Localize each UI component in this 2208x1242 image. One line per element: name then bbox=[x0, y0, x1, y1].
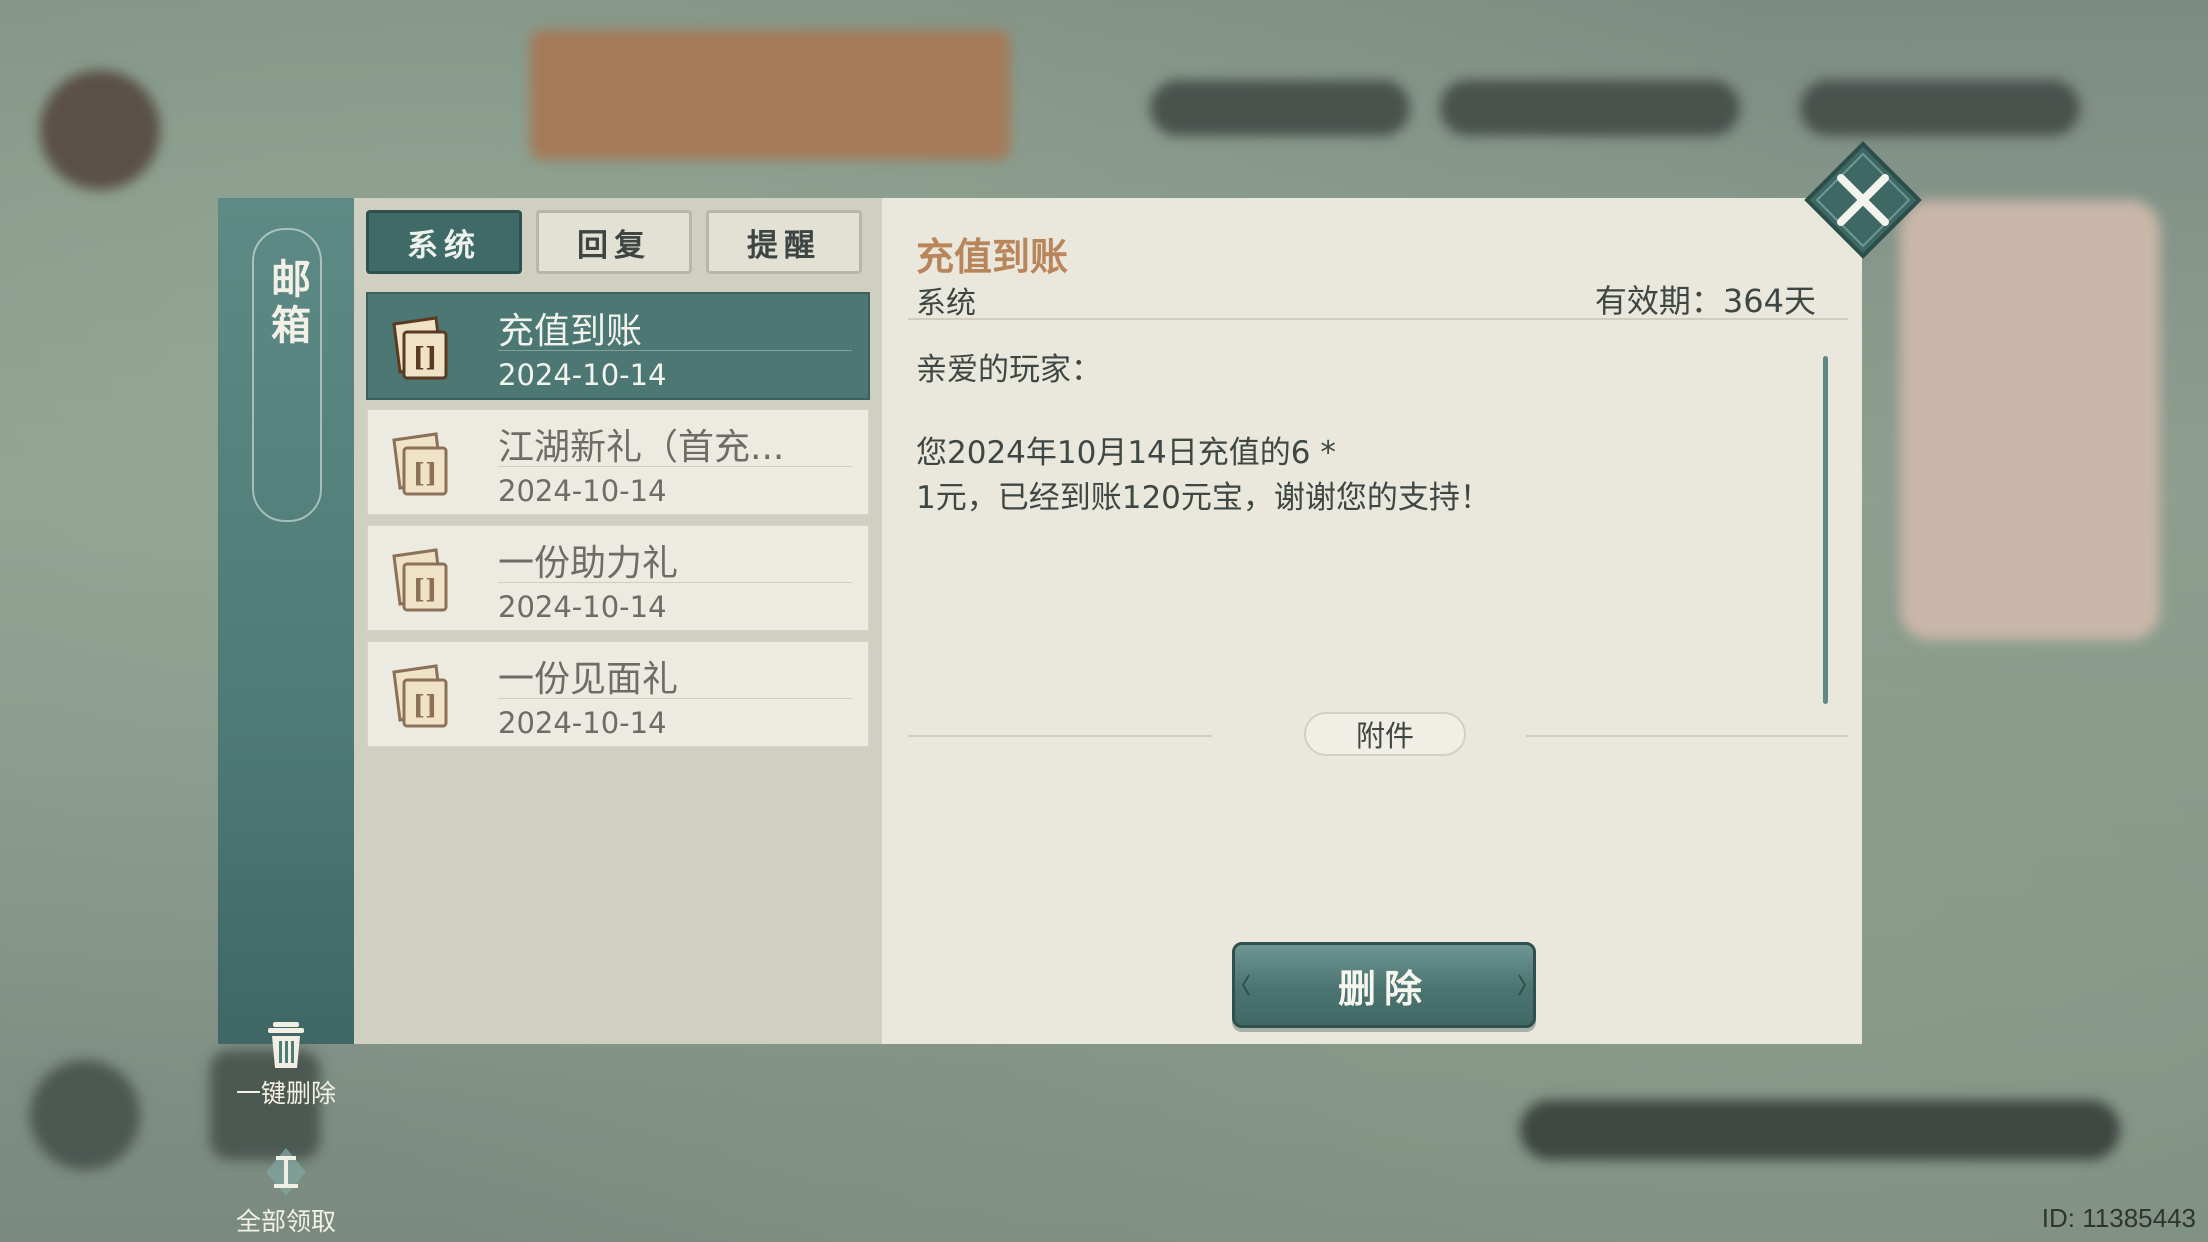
mail-list-panel: 系统 回复 提醒 [] 充值到账 2024-10-14 [] 江湖新礼（首充..… bbox=[354, 198, 882, 1044]
mail-list-item[interactable]: [] 一份见面礼 2024-10-14 bbox=[366, 640, 870, 748]
envelope-icon: [] bbox=[392, 316, 448, 380]
background-currency-bar bbox=[1800, 80, 2080, 136]
delete-button[interactable]: 删除 bbox=[1232, 942, 1536, 1028]
mail-title: 充值到账 bbox=[916, 235, 1069, 279]
background-button bbox=[30, 1060, 140, 1170]
tab-system[interactable]: 系统 bbox=[366, 210, 522, 274]
claim-all-label: 全部领取 bbox=[235, 1207, 336, 1236]
scrollbar[interactable] bbox=[1823, 356, 1828, 704]
mail-list-item[interactable]: [] 江湖新礼（首充... 2024-10-14 bbox=[366, 408, 870, 516]
chevron-left-icon bbox=[1241, 974, 1250, 996]
mail-list-item[interactable]: [] 一份助力礼 2024-10-14 bbox=[366, 524, 870, 632]
tab-remind[interactable]: 提醒 bbox=[706, 210, 862, 274]
mail-body-line: 您2024年10月14日充值的6 * bbox=[916, 435, 1336, 471]
mail-subject: 一份助力礼 bbox=[498, 543, 679, 584]
background-currency-bar bbox=[1150, 80, 1410, 136]
mail-date: 2024-10-14 bbox=[498, 706, 667, 740]
mail-greeting: 亲爱的玩家： bbox=[916, 352, 1102, 388]
delete-all-label: 一键删除 bbox=[235, 1079, 336, 1108]
background-chat-bar bbox=[1520, 1100, 2120, 1160]
attachment-label: 附件 bbox=[1304, 712, 1466, 756]
mail-date: 2024-10-14 bbox=[498, 474, 667, 508]
tab-reply[interactable]: 回复 bbox=[536, 210, 692, 274]
background-banner bbox=[530, 30, 1010, 160]
background-avatar bbox=[40, 70, 160, 190]
background-scenery bbox=[1900, 200, 2160, 640]
mail-list-item[interactable]: [] 充值到账 2024-10-14 bbox=[366, 292, 870, 400]
envelope-icon: [] bbox=[392, 548, 448, 612]
claim-all-button[interactable]: 全部领取 bbox=[218, 1146, 354, 1238]
mail-body-line: 1元，已经到账120元宝，谢谢您的支持！ bbox=[916, 480, 1491, 516]
attachment-divider bbox=[908, 735, 1212, 737]
mail-date: 2024-10-14 bbox=[498, 590, 667, 624]
mail-subject: 江湖新礼（首充... bbox=[498, 427, 785, 468]
svg-text:[]: [] bbox=[413, 343, 438, 373]
background-currency-bar bbox=[1440, 80, 1740, 136]
mail-subject: 一份见面礼 bbox=[498, 659, 679, 700]
close-x-icon[interactable] bbox=[1803, 140, 1923, 260]
mail-date: 2024-10-14 bbox=[498, 358, 667, 392]
envelope-icon: [] bbox=[392, 432, 448, 496]
claim-icon bbox=[266, 1148, 306, 1196]
svg-text:[]: [] bbox=[413, 691, 438, 721]
svg-text:[]: [] bbox=[413, 575, 438, 605]
mailbox-rail: 邮箱 一键删除 全部领取 bbox=[218, 198, 354, 1236]
header-divider bbox=[908, 318, 1848, 320]
attachment-divider bbox=[1526, 735, 1848, 737]
mailbox-title-plaque: 邮箱 bbox=[252, 228, 322, 522]
mail-body: 亲爱的玩家： 您2024年10月14日充值的6 * 1元，已经到账120元宝，谢… bbox=[916, 348, 1796, 521]
envelope-icon: [] bbox=[392, 664, 448, 728]
game-screen: 邮箱 一键删除 全部领取 系统 回复 提醒 [] 充值到账 2024-10-14… bbox=[0, 0, 2208, 1242]
svg-text:[]: [] bbox=[413, 459, 438, 489]
mail-validity: 有效期：364天 bbox=[1594, 282, 1816, 320]
mail-detail-panel: 充值到账 系统 有效期：364天 亲爱的玩家： 您2024年10月14日充值的6… bbox=[882, 198, 1862, 1044]
delete-button-label: 删除 bbox=[1337, 965, 1430, 1011]
trash-icon bbox=[268, 1022, 304, 1068]
delete-all-button[interactable]: 一键删除 bbox=[218, 1018, 354, 1110]
screenshot-id: ID: 11385443 bbox=[2041, 1203, 2196, 1233]
mail-sender: 系统 bbox=[916, 286, 976, 321]
chevron-right-icon bbox=[1518, 974, 1527, 996]
mail-subject: 充值到账 bbox=[498, 311, 643, 352]
mailbox-title: 邮箱 bbox=[264, 258, 311, 350]
